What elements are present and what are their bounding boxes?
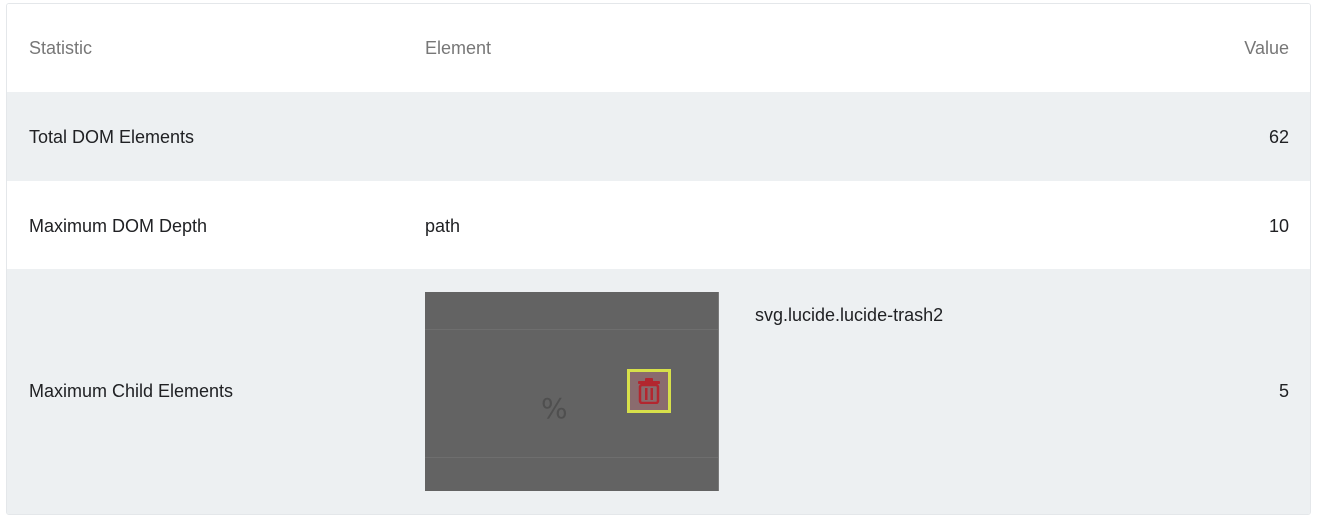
element-highlight-box <box>627 369 671 413</box>
statistic-value: 62 <box>1268 127 1289 147</box>
element-screenshot-thumbnail: % <box>425 292 719 491</box>
statistic-label: Maximum Child Elements <box>29 381 234 401</box>
table-row: Maximum DOM Depth path 10 <box>7 181 1310 269</box>
thumbnail-percent-text: % <box>541 392 568 425</box>
table-header: Statistic Element Value <box>7 4 1310 92</box>
trash-icon <box>638 378 660 404</box>
statistic-value: 10 <box>1268 216 1289 236</box>
table-row: Maximum Child Elements % svg.lucide.luci… <box>7 269 1310 514</box>
thumbnail-divider <box>718 292 719 491</box>
statistic-label: Total DOM Elements <box>29 127 195 147</box>
element-selector: svg.lucide.lucide-trash2 <box>755 305 944 325</box>
thumbnail-divider <box>425 329 719 330</box>
thumbnail-divider <box>425 457 719 458</box>
header-value: Value <box>1244 38 1289 58</box>
dom-statistics-table: Statistic Element Value Total DOM Elemen… <box>6 3 1311 515</box>
table-row: Total DOM Elements 62 <box>7 92 1310 181</box>
header-statistic: Statistic <box>29 38 93 58</box>
statistic-value: 5 <box>1278 381 1289 401</box>
header-element: Element <box>425 38 492 58</box>
statistic-label: Maximum DOM Depth <box>29 216 208 236</box>
element-label: path <box>425 216 461 236</box>
